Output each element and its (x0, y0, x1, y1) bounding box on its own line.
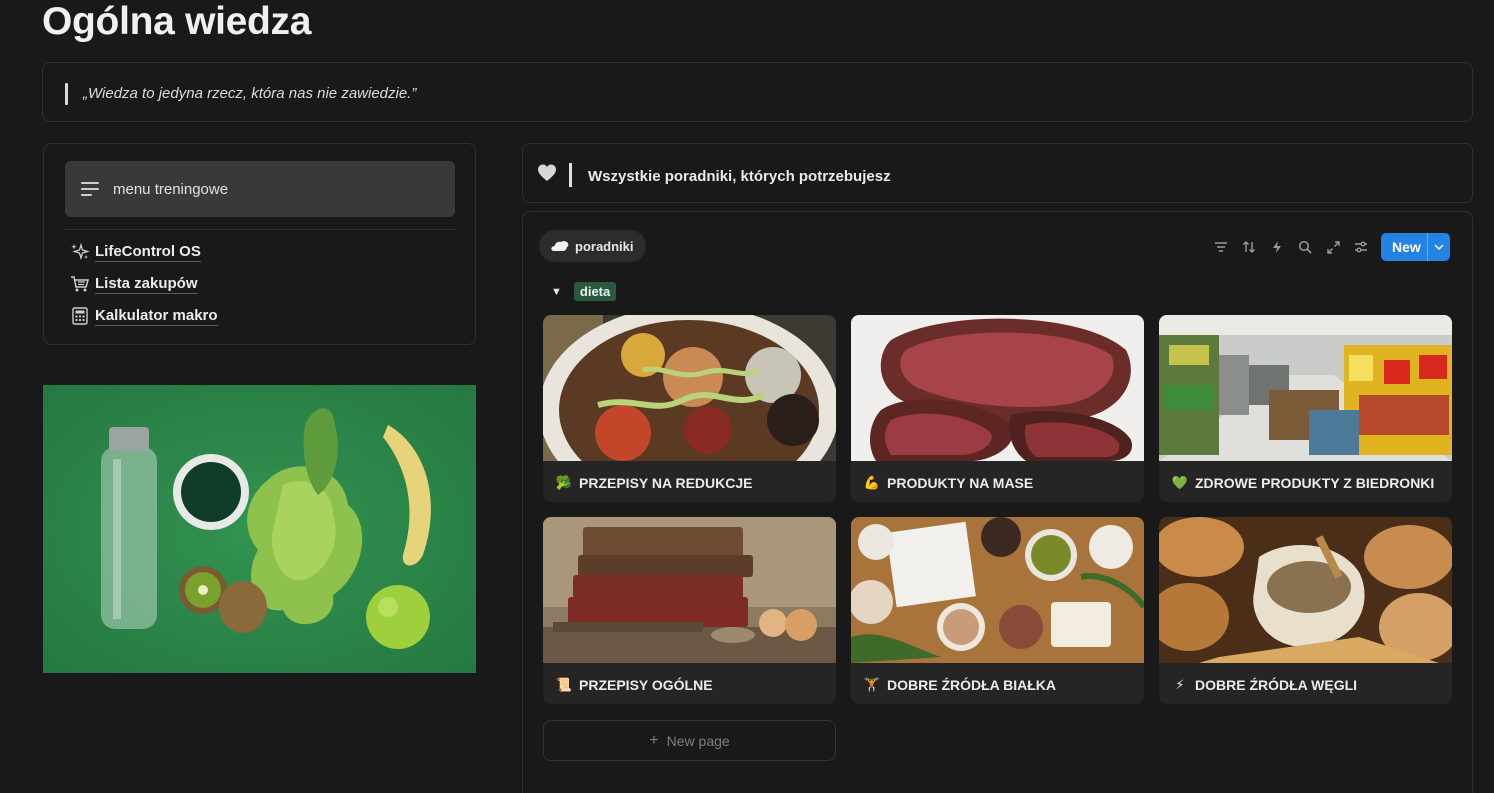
card-produkty-na-mase[interactable]: 💪 PRODUKTY NA MASE (851, 315, 1144, 502)
supermarket-image (1159, 315, 1452, 461)
automation-bolt-icon[interactable] (1263, 233, 1291, 261)
view-tab-poradniki[interactable]: poradniki (539, 230, 646, 262)
training-menu-label: menu treningowe (113, 180, 229, 198)
broccoli-icon: 🥦 (555, 475, 573, 490)
guides-database: poradniki New ▼ dieta 🥦 PRZEPISY NA REDU… (522, 211, 1473, 793)
bread-grains-image (1159, 517, 1452, 663)
group-tag: dieta (573, 282, 617, 301)
card-title: PRZEPISY OGÓLNE (579, 677, 713, 693)
menu-icon (81, 182, 99, 196)
triangle-down-icon[interactable]: ▼ (551, 286, 562, 298)
new-page-label: New page (666, 732, 730, 749)
card-caption: 💚 ZDROWE PRODUKTY Z BIEDRONKI (1171, 475, 1434, 491)
header-bar (569, 163, 572, 187)
settings-sliders-icon[interactable] (1347, 233, 1375, 261)
salad-bowl-image (543, 315, 836, 461)
guides-header-callout: Wszystkie poradniki, których potrzebujes… (522, 143, 1473, 203)
page-title: Ogólna wiedza (42, 0, 312, 43)
link-label: Lista zakupów (95, 274, 198, 294)
link-label: Kalkulator makro (95, 306, 218, 326)
vegetables-photo (43, 385, 476, 673)
card-dobre-zrodla-bialka[interactable]: 🏋 DOBRE ŹRÓDŁA BIAŁKA (851, 517, 1144, 704)
card-title: PRZEPISY NA REDUKCJE (579, 475, 753, 491)
card-caption: 💪 PRODUKTY NA MASE (863, 475, 1033, 491)
green-heart-icon: 💚 (1171, 475, 1189, 490)
card-zdrowe-produkty-z-biedronki[interactable]: 💚 ZDROWE PRODUKTY Z BIEDRONKI (1159, 315, 1452, 502)
card-caption: 🥦 PRZEPISY NA REDUKCJE (555, 475, 753, 491)
quote-callout: „Wiedza to jedyna rzecz, która nas nie z… (42, 62, 1473, 122)
card-title: DOBRE ŹRÓDŁA BIAŁKA (887, 677, 1057, 693)
cloud-icon (551, 240, 569, 252)
link-label: LifeControl OS (95, 242, 201, 262)
card-dobre-zrodla-wegli[interactable]: ⚡ DOBRE ŹRÓDŁA WĘGLI (1159, 517, 1452, 704)
chevron-down-icon[interactable] (1428, 241, 1450, 253)
steak-image (851, 315, 1144, 461)
database-toolbar: New (1207, 233, 1450, 261)
new-button[interactable]: New (1381, 233, 1450, 261)
calculator-icon (69, 306, 91, 326)
card-caption: ⚡ DOBRE ŹRÓDŁA WĘGLI (1171, 677, 1357, 693)
link-lifecontrol-os[interactable]: LifeControl OS (69, 242, 201, 262)
training-menu-button[interactable]: menu treningowe (65, 161, 455, 217)
recipe-books-image (543, 517, 836, 663)
high-voltage-icon: ⚡ (1175, 677, 1185, 692)
card-title: DOBRE ŹRÓDŁA WĘGLI (1195, 677, 1358, 693)
filter-icon[interactable] (1207, 233, 1235, 261)
view-tab-label: poradniki (575, 238, 634, 254)
card-caption: 📜 PRZEPISY OGÓLNE (555, 677, 713, 693)
sparkles-icon (69, 242, 91, 262)
guides-header-title: Wszystkie poradniki, których potrzebujes… (588, 168, 891, 185)
menu-panel: menu treningowe LifeControl OS Lista zak… (43, 143, 476, 345)
heart-icon (537, 163, 557, 183)
quote-text: „Wiedza to jedyna rzecz, która nas nie z… (83, 85, 417, 102)
quote-bar (65, 83, 68, 105)
link-lista-zakupow[interactable]: Lista zakupów (69, 274, 198, 294)
flexed-biceps-icon: 💪 (863, 475, 881, 490)
plus-icon: + (649, 731, 659, 749)
link-kalkulator-makro[interactable]: Kalkulator makro (69, 306, 218, 326)
expand-icon[interactable] (1319, 233, 1347, 261)
cart-icon (69, 274, 91, 294)
menu-divider (65, 229, 455, 230)
sort-icon[interactable] (1235, 233, 1263, 261)
scroll-icon: 📜 (555, 677, 573, 692)
weightlifter-icon: 🏋 (863, 677, 881, 692)
card-przepisy-ogolne[interactable]: 📜 PRZEPISY OGÓLNE (543, 517, 836, 704)
new-button-label: New (1381, 233, 1428, 261)
card-title: ZDROWE PRODUKTY Z BIEDRONKI (1195, 475, 1435, 491)
group-dieta[interactable]: ▼ dieta (551, 282, 617, 301)
search-icon[interactable] (1291, 233, 1319, 261)
card-caption: 🏋 DOBRE ŹRÓDŁA BIAŁKA (863, 677, 1056, 693)
card-title: PRODUKTY NA MASE (887, 475, 1034, 491)
card-przepisy-na-redukcje[interactable]: 🥦 PRZEPISY NA REDUKCJE (543, 315, 836, 502)
new-page-button[interactable]: + New page (543, 720, 836, 761)
protein-foods-image (851, 517, 1144, 663)
